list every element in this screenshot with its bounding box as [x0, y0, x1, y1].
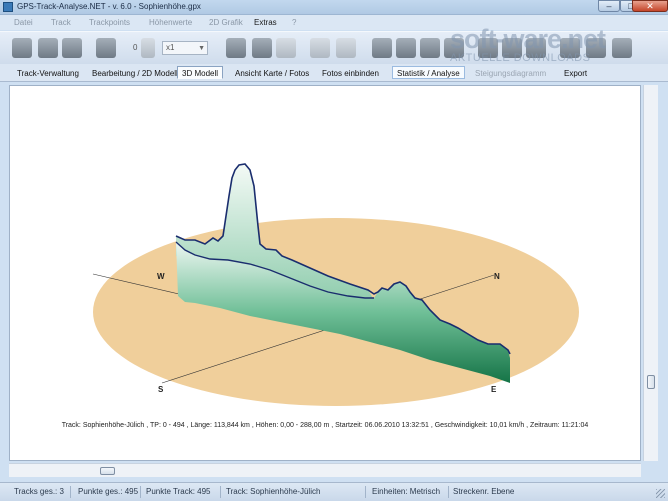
zoom-select[interactable]: x1 ▼ [162, 41, 208, 55]
compass-east: E [491, 385, 497, 394]
compass-south: S [158, 385, 164, 394]
menu-help[interactable]: ? [292, 18, 296, 27]
tab-ansicht-karte[interactable]: Ansicht Karte / Fotos [230, 66, 314, 79]
close-button[interactable]: ✕ [632, 0, 668, 12]
status-divider [70, 486, 71, 498]
tab-statistik[interactable]: Statistik / Analyse [392, 66, 465, 79]
menu-track[interactable]: Track [51, 18, 71, 27]
status-bar: Tracks ges.: 3 Punkte ges.: 495 Punkte T… [0, 482, 668, 501]
status-tracks: Tracks ges.: 3 [14, 487, 64, 496]
model-canvas[interactable]: N E S W [10, 86, 640, 460]
title-bar: GPS-Track-Analyse.NET - v. 6.0 - Sophien… [0, 0, 668, 15]
open-folder-icon[interactable] [12, 38, 32, 58]
undo-counter: 0 [133, 43, 138, 52]
zoom-value: x1 [166, 43, 175, 52]
model-view[interactable]: N E S W Track: Sophienhöhe-Jülich , TP: … [9, 85, 641, 461]
undo-icon[interactable] [141, 38, 155, 58]
tab-export[interactable]: Export [559, 66, 592, 79]
status-divider [365, 486, 366, 498]
minimize-button[interactable]: – [598, 0, 620, 12]
photo-icon[interactable] [526, 38, 546, 58]
horizontal-scroll-thumb[interactable] [100, 467, 115, 475]
menu-hoehenwerte[interactable]: Höhenwerte [149, 18, 192, 27]
status-divider [220, 486, 221, 498]
flag-icon[interactable] [502, 38, 522, 58]
menu-2d-grafik[interactable]: 2D Grafik [209, 18, 243, 27]
menu-extras[interactable]: Extras [254, 18, 277, 27]
help-icon[interactable] [586, 38, 606, 58]
resize-grip[interactable] [656, 489, 665, 498]
track-info-text: Track: Sophienhöhe-Jülich , TP: 0 - 494 … [61, 422, 589, 429]
ruler-icon[interactable] [252, 38, 272, 58]
tab-fotos-einbinden[interactable]: Fotos einbinden [317, 66, 384, 79]
hand-icon[interactable] [336, 38, 356, 58]
compass-west: W [157, 272, 165, 281]
open-file-icon[interactable] [38, 38, 58, 58]
toolbar: 0 x1 ▼ [0, 31, 668, 65]
tab-track-verwaltung[interactable]: Track-Verwaltung [12, 66, 84, 79]
info-icon[interactable] [560, 38, 580, 58]
tool-icon[interactable] [372, 38, 392, 58]
status-divider [448, 486, 449, 498]
status-divider [140, 486, 141, 498]
tab-bearbeitung-2d[interactable]: Bearbeitung / 2D Modell [87, 66, 183, 79]
status-projection: Streckenr. Ebene [453, 487, 515, 496]
window-title: GPS-Track-Analyse.NET - v. 6.0 - Sophien… [17, 2, 201, 11]
lock-icon[interactable] [276, 38, 296, 58]
app-icon [3, 2, 13, 12]
tab-steigungsdiagramm[interactable]: Steigungsdiagramm [470, 66, 551, 79]
status-units: Einheiten: Metrisch [372, 487, 441, 496]
globe-icon[interactable] [310, 38, 330, 58]
tab-bar: Track-Verwaltung Bearbeitung / 2D Modell… [0, 64, 668, 82]
horizontal-scrollbar[interactable] [9, 463, 641, 477]
settings-icon[interactable] [478, 38, 498, 58]
menu-bar: Datei Track Trackpoints Höhenwerte 2D Gr… [0, 15, 668, 30]
layers-icon[interactable] [396, 38, 416, 58]
vertical-scroll-thumb[interactable] [647, 375, 655, 389]
status-points-total: Punkte ges.: 495 [78, 487, 139, 496]
camera-icon[interactable] [226, 38, 246, 58]
vertical-scrollbar[interactable] [643, 85, 658, 461]
print-icon[interactable] [96, 38, 116, 58]
tab-3d-modell[interactable]: 3D Modell [177, 66, 224, 79]
compass-icon[interactable] [420, 38, 440, 58]
chart-icon[interactable] [444, 38, 464, 58]
exit-icon[interactable] [612, 38, 632, 58]
menu-datei[interactable]: Datei [14, 18, 33, 27]
menu-trackpoints[interactable]: Trackpoints [89, 18, 130, 27]
status-track-name: Track: Sophienhöhe-Jülich [226, 487, 321, 496]
chevron-down-icon: ▼ [198, 45, 205, 52]
compass-north: N [494, 272, 500, 281]
status-points-track: Punkte Track: 495 [146, 487, 211, 496]
save-icon[interactable] [62, 38, 82, 58]
